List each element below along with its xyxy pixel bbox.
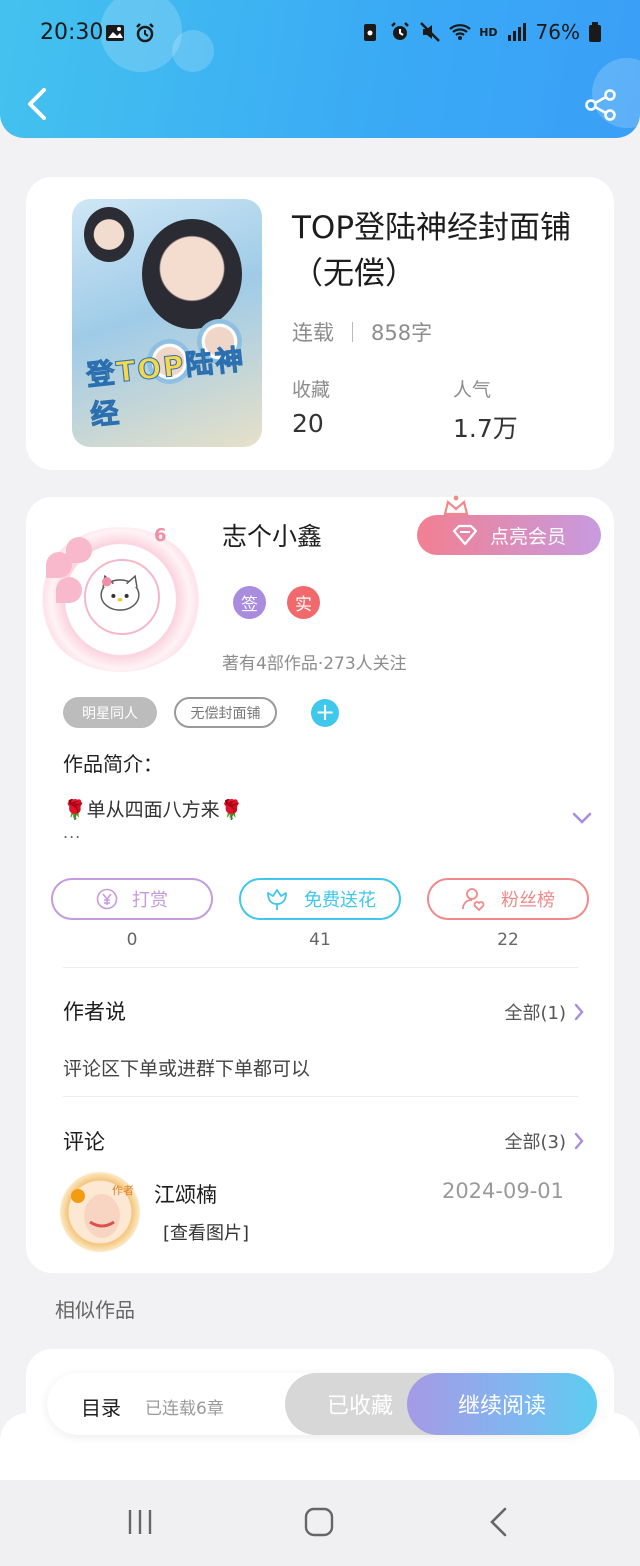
gallery-icon <box>106 25 124 41</box>
chevron-right-icon <box>574 1132 584 1150</box>
battery-icon <box>589 22 601 42</box>
author-says-more[interactable]: 全部(1) <box>505 999 585 1025</box>
alarm-icon <box>391 22 410 40</box>
book-word-count: 858字 <box>371 321 433 345</box>
book-cover[interactable]: 登TOP陆神经 <box>72 199 262 447</box>
status-divider <box>352 322 353 342</box>
crown-icon <box>443 495 469 516</box>
nav-back-icon[interactable] <box>484 1506 516 1538</box>
intro-text-row: 🌹单从四面八方来🌹 <box>63 795 243 822</box>
status-left-icons <box>104 22 156 44</box>
comment-date: 2024-09-01 <box>441 1179 564 1203</box>
continue-reading-button[interactable]: 继续阅读 <box>407 1373 597 1435</box>
cover-text: 登TOP陆神经 <box>84 342 247 432</box>
comments-more[interactable]: 全部(3) <box>505 1128 585 1154</box>
wifi-icon <box>449 24 471 40</box>
flower-decoration <box>56 577 82 603</box>
send-flower-button[interactable]: 免费送花 <box>239 878 401 920</box>
similar-works-title: 相似作品 <box>55 1298 135 1322</box>
toc-button[interactable]: 目录 <box>81 1392 121 1421</box>
stat-favorites-value: 20 <box>292 409 324 438</box>
vip-button[interactable]: 点亮会员 <box>417 515 601 555</box>
comment-text[interactable]: [查看图片] <box>163 1219 249 1245</box>
continue-reading-label: 继续阅读 <box>457 1394 546 1419</box>
top-header: 20:30 HD 76% <box>0 0 640 138</box>
flower-count: 41 <box>309 930 331 950</box>
author-says-more-label: 全部(1) <box>504 1003 567 1024</box>
author-says-title: 作者说 <box>63 1000 126 1024</box>
signal-icon <box>507 23 526 41</box>
book-info-card: 登TOP陆神经 TOP登陆神经封面铺（无偿） 连载 858字 收藏 20 人气 … <box>26 177 614 470</box>
fan-ranking-button[interactable]: 粉丝榜 <box>427 878 589 920</box>
divider <box>63 967 578 968</box>
divider <box>63 1096 578 1097</box>
add-tag-button[interactable]: + <box>311 699 339 727</box>
author-avatar[interactable] <box>84 559 160 635</box>
flower-icon <box>267 889 287 910</box>
lock-screen-icon <box>364 24 377 41</box>
rose-icon: 🌹 <box>63 799 87 821</box>
tip-button[interactable]: 打赏 <box>51 878 213 920</box>
book-status: 连载 <box>292 321 334 345</box>
tag-item[interactable]: 明星同人 <box>63 697 157 728</box>
yen-icon <box>96 888 118 910</box>
author-name[interactable]: 志个小鑫 <box>222 517 322 553</box>
tag-item[interactable]: 无偿封面铺 <box>174 697 277 728</box>
comments-more-label: 全部(3) <box>504 1132 567 1153</box>
intro-ellipsis: ... <box>63 823 82 842</box>
author-card: 6 志个小鑫 点亮会员 签 实 著有4部作品·273人关注 明星同人 无偿封面铺… <box>26 495 614 1273</box>
intro-label: 作品简介： <box>63 752 163 776</box>
diamond-icon <box>452 524 478 546</box>
fan-heart-icon <box>462 888 485 912</box>
author-level: 6 <box>154 525 167 546</box>
stat-favorites-label: 收藏 <box>292 379 331 401</box>
commenter-avatar-tag: 作者 <box>112 1184 134 1197</box>
stat-popularity-label: 人气 <box>453 379 492 401</box>
collected-label: 已收藏 <box>326 1394 393 1419</box>
recent-apps-icon[interactable] <box>124 1506 156 1538</box>
status-time: 20:30 <box>40 20 104 45</box>
alarm-icon <box>136 23 154 43</box>
send-flower-label: 免费送花 <box>304 890 376 911</box>
back-arrow-icon[interactable] <box>20 84 56 124</box>
vip-label: 点亮会员 <box>489 525 566 548</box>
system-nav-bar <box>0 1480 640 1566</box>
status-right: HD 76% <box>359 20 602 44</box>
kitty-avatar-icon <box>100 574 140 611</box>
commenter-avatar-image: 作者 <box>71 1184 134 1238</box>
share-icon[interactable] <box>584 88 618 122</box>
hd-indicator: HD <box>479 25 498 39</box>
book-status-row: 连载 858字 <box>292 317 432 347</box>
verified-badge: 实 <box>287 586 320 619</box>
intro-text: 单从四面八方来 <box>86 799 220 821</box>
book-title: TOP登陆神经封面铺（无偿） <box>292 210 572 292</box>
author-says-text: 评论区下单或进群下单都可以 <box>63 1058 311 1080</box>
toc-chapter-count: 已连载6章 <box>145 1399 224 1419</box>
decor-bubble <box>172 30 214 72</box>
fan-count: 22 <box>497 930 519 950</box>
tip-label: 打赏 <box>132 890 168 911</box>
bottom-action-bar: 目录 已连载6章 已收藏 继续阅读 <box>47 1373 597 1435</box>
mute-icon <box>420 22 441 42</box>
commenter-avatar[interactable]: 作者 <box>60 1172 140 1252</box>
stat-popularity-value: 1.7万 <box>453 414 518 443</box>
cover-portrait <box>142 219 242 329</box>
cover-portrait <box>84 207 134 262</box>
battery-percent: 76% <box>535 20 580 44</box>
rose-icon: 🌹 <box>219 799 244 821</box>
tip-count: 0 <box>126 930 138 950</box>
chevron-down-icon[interactable] <box>572 811 592 825</box>
author-meta: 著有4部作品·273人关注 <box>222 654 407 674</box>
comments-title: 评论 <box>63 1130 105 1154</box>
signed-badge: 签 <box>233 586 266 619</box>
commenter-name[interactable]: 江颂楠 <box>154 1179 217 1209</box>
flower-decoration <box>66 537 92 563</box>
fan-ranking-label: 粉丝榜 <box>501 890 555 911</box>
home-icon[interactable] <box>303 1506 335 1538</box>
chevron-right-icon <box>574 1003 584 1021</box>
